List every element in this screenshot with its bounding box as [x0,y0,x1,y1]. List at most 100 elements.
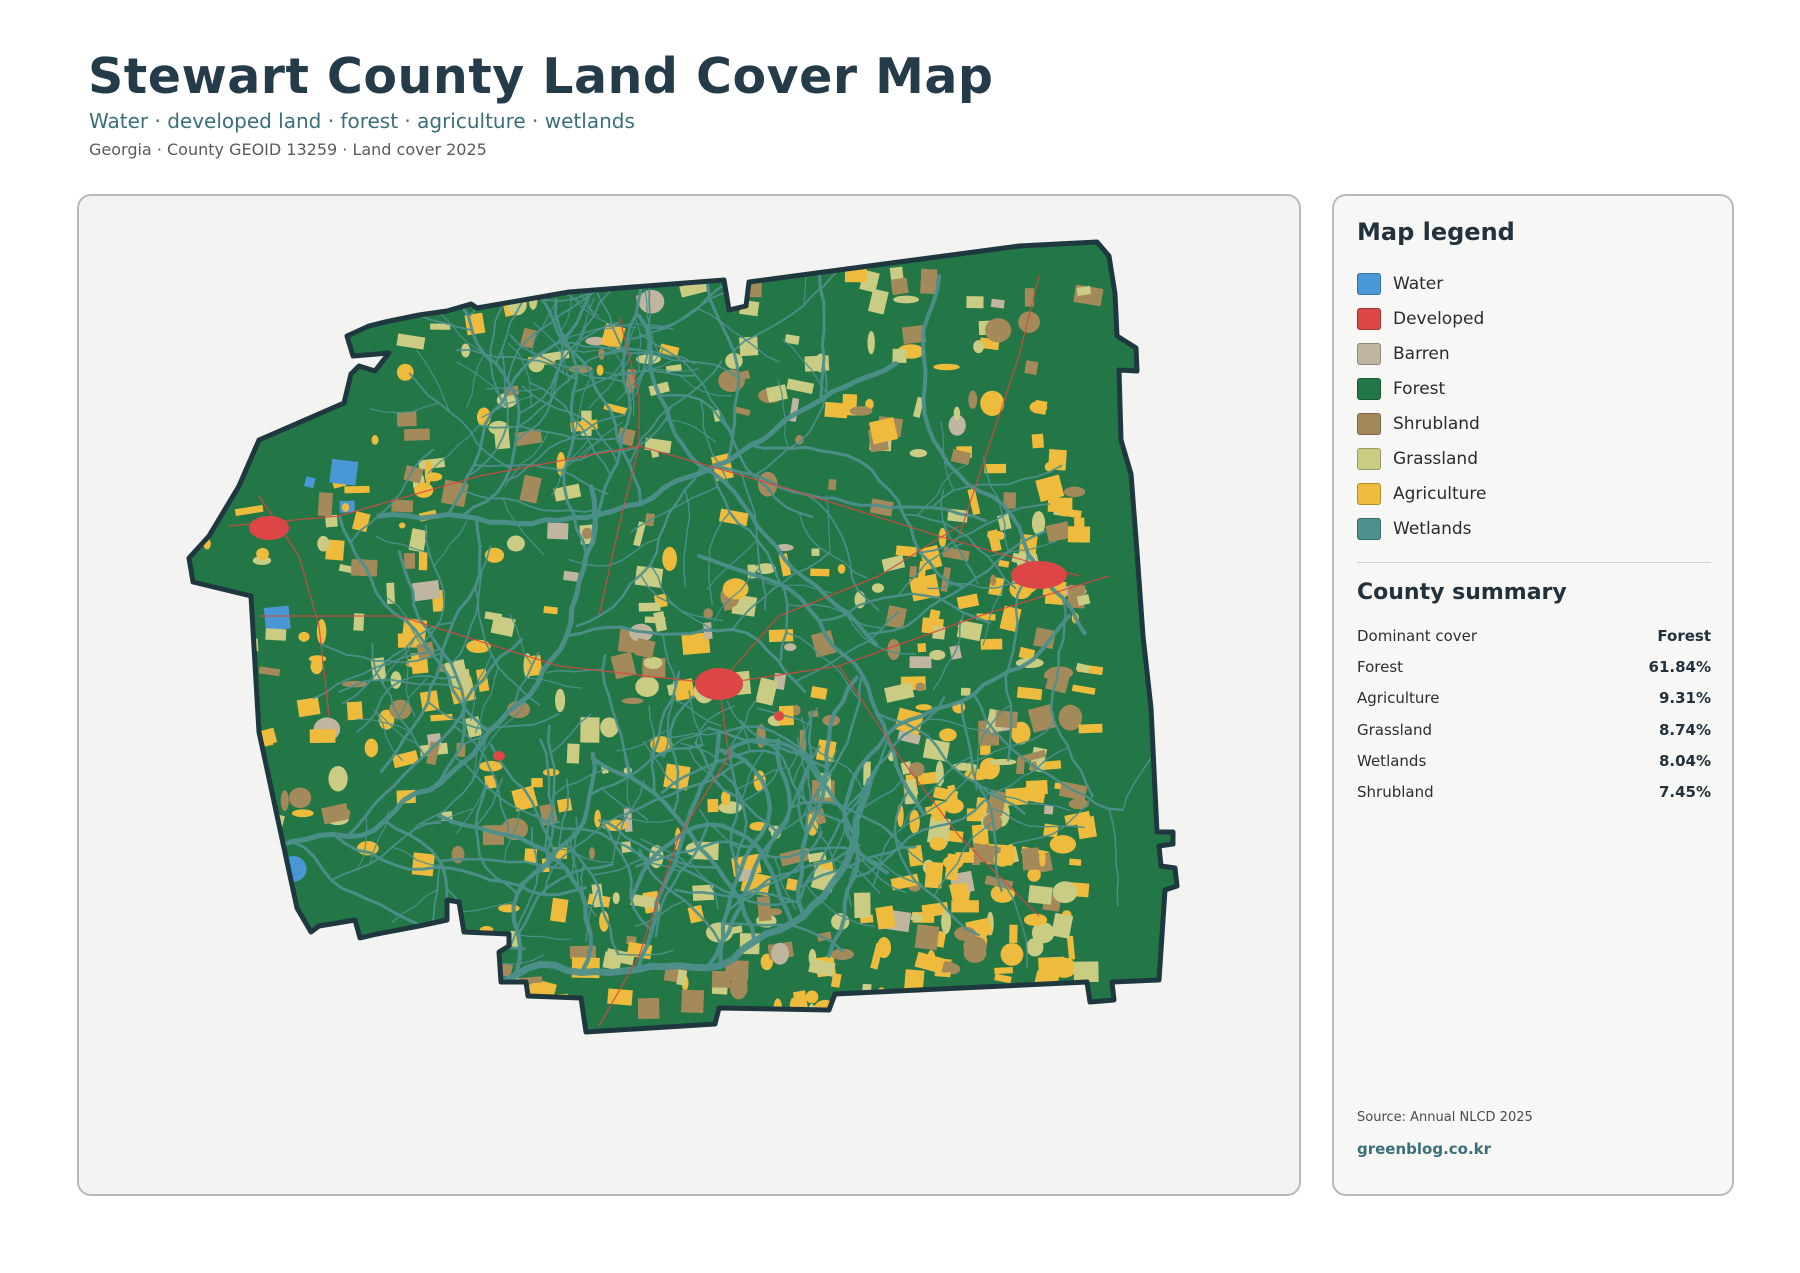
land-cover-patch-agriculture [875,905,896,930]
land-cover-patch-water [237,749,250,772]
land-cover-patch-barren [563,570,579,582]
land-cover-map[interactable] [79,196,1301,1196]
page-title: Stewart County Land Cover Map [88,48,994,105]
legend-label: Wetlands [1393,518,1472,539]
land-cover-patch-barren [767,1017,776,1030]
land-cover-patch-shrubland [902,1014,922,1031]
wetland-stream [415,925,465,955]
land-cover-patch-shrubland [936,1002,959,1015]
land-cover-patch-shrubland [390,277,414,297]
land-cover-raster [181,242,1177,1032]
land-cover-patch-agriculture [291,809,314,818]
land-cover-patch-grassland [555,688,566,713]
land-cover-patch-grassland [953,406,961,421]
wetland-stream [474,242,492,301]
wetland-stream [566,242,599,244]
land-cover-patch-grassland [635,676,659,697]
land-cover-patch-grassland [909,448,928,458]
land-cover-patch-agriculture [402,293,416,316]
land-cover-patch-agriculture [785,878,798,892]
land-cover-patch-agriculture [530,1004,547,1018]
land-cover-patch-agriculture [1033,399,1048,415]
land-cover-patch-shrubland [403,428,430,441]
legend-item-water: Water [1357,266,1487,301]
land-cover-patch-agriculture [530,999,540,1014]
land-cover-patch-agriculture [1052,986,1068,1000]
legend-item-shrubland: Shrubland [1357,406,1487,441]
land-cover-patch-agriculture [939,728,957,742]
legend-item-developed: Developed [1357,301,1487,336]
land-cover-patch-grassland [880,1008,900,1032]
land-cover-patch-shrubland [887,638,901,661]
legend-label: Water [1393,273,1444,294]
land-cover-patch-barren [990,298,1005,309]
legend-swatch-water [1357,272,1381,295]
land-cover-patch-grassland [238,894,255,906]
land-cover-patch-grassland [850,1025,863,1032]
land-cover-patch-agriculture [929,837,947,851]
summary-label: Grassland [1357,720,1432,739]
legend-label: Grassland [1393,448,1478,469]
land-cover-patch-grassland [1027,885,1053,905]
land-cover-patch-grassland [1026,937,1044,957]
summary-label: Shrubland [1357,783,1434,802]
legend-item-forest: Forest [1357,371,1487,406]
land-cover-patch-shrubland [1021,847,1040,871]
summary-value: 9.31% [1658,689,1711,708]
summary-value: 61.84% [1648,657,1711,676]
land-cover-patch-agriculture [917,642,927,653]
land-cover-patch-shrubland [271,915,283,942]
land-cover-patch-agriculture [549,897,569,923]
land-cover-patch-grassland [181,568,188,591]
land-cover-patch-grassland [960,687,971,696]
summary-row: Shrubland 7.45% [1357,776,1711,807]
land-cover-patch-agriculture [252,911,278,934]
land-cover-patch-agriculture [1047,497,1073,513]
wetland-stream [427,937,454,1032]
land-cover-patch-shrubland [836,1008,850,1027]
page-subtitle: Water · developed land · forest · agricu… [89,109,635,133]
legend-title: Map legend [1357,218,1515,246]
land-cover-patch-grassland [489,251,512,264]
summary-row: Dominant cover Forest [1357,620,1711,651]
land-cover-patch-grassland [265,628,287,641]
land-cover-patch-agriculture [211,891,223,911]
land-cover-patch-shrubland [280,790,289,811]
summary-label: Wetlands [1357,751,1427,770]
site-link[interactable]: greenblog.co.kr [1357,1140,1491,1158]
land-cover-patch-agriculture [1039,850,1046,867]
legend-item-wetlands: Wetlands [1357,511,1487,546]
developed-area [695,668,743,700]
land-cover-patch-shrubland [608,256,628,269]
legend-swatch-agriculture [1357,482,1381,505]
legend-swatch-barren [1357,342,1381,365]
land-cover-patch-agriculture [824,401,848,419]
land-cover-patch-barren [547,522,569,540]
land-cover-patch-agriculture [371,435,379,445]
legend-list: Water Developed Barren Forest Shrubland … [1357,266,1487,546]
land-cover-patch-shrubland [1024,360,1039,376]
land-cover-patch-agriculture [346,701,363,721]
source-note: Source: Annual NLCD 2025 [1357,1110,1533,1125]
land-cover-patch-shrubland [890,277,909,296]
land-cover-patch-shrubland [403,552,416,569]
land-cover-patch-barren [1043,805,1054,815]
land-cover-patch-agriculture [309,729,336,743]
land-cover-patch-grassland [525,278,535,297]
land-cover-patch-grassland [643,656,663,669]
land-cover-patch-agriculture [890,1006,900,1015]
legend-swatch-developed [1357,307,1381,330]
land-cover-patch-shrubland [984,318,1012,343]
land-cover-patch-agriculture [344,485,370,494]
legend-item-barren: Barren [1357,336,1487,371]
summary-value: 8.74% [1658,720,1711,739]
land-cover-patch-agriculture [341,502,350,512]
land-cover-patch-agriculture [1000,943,1024,966]
map-panel[interactable]: N [77,194,1301,1196]
land-cover-patch-shrubland [396,411,417,427]
land-cover-patch-grassland [210,913,241,939]
land-cover-patch-shrubland [289,787,312,809]
land-cover-patch-shrubland [849,406,873,416]
land-cover-patch-grassland [892,348,907,364]
summary-row: Wetlands 8.04% [1357,745,1711,776]
